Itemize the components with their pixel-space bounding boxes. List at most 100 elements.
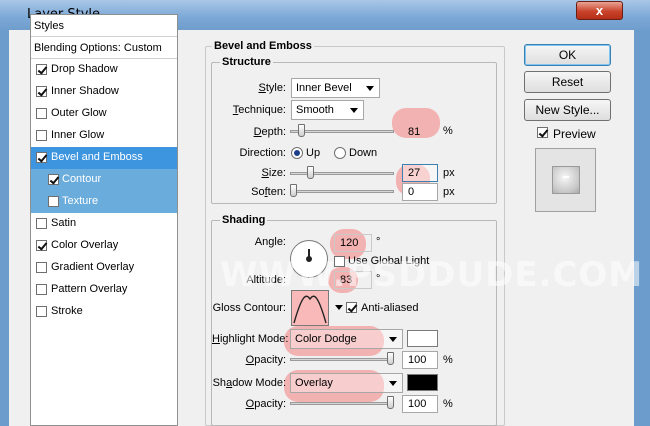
style-item-label: Texture — [62, 195, 99, 207]
style-item-label: Inner Glow — [51, 129, 105, 141]
style-item-checkbox[interactable] — [48, 196, 59, 207]
soften-unit: px — [443, 186, 455, 198]
style-item-checkbox[interactable] — [36, 284, 47, 295]
style-item-label: Outer Glow — [51, 107, 107, 119]
soften-label: Soften: — [251, 186, 286, 198]
style-item-outer-glow[interactable]: Outer Glow — [31, 103, 177, 125]
style-item-contour[interactable]: Contour — [31, 169, 177, 191]
preview-label[interactable]: Preview — [553, 127, 596, 141]
style-item-inner-shadow[interactable]: Inner Shadow — [31, 81, 177, 103]
chevron-down-icon — [389, 381, 397, 386]
angle-input[interactable]: 120 — [334, 234, 372, 252]
soften-input[interactable]: 0 — [402, 183, 438, 201]
shading-title: Shading — [220, 214, 268, 226]
style-item-inner-glow[interactable]: Inner Glow — [31, 125, 177, 147]
highlight-opacity-unit: % — [443, 354, 453, 366]
direction-down-label[interactable]: Down — [349, 147, 377, 159]
reset-button[interactable]: Reset — [524, 71, 611, 93]
style-item-drop-shadow[interactable]: Drop Shadow — [31, 59, 177, 81]
depth-input[interactable]: 81 — [402, 123, 438, 141]
styles-header[interactable]: Styles — [31, 15, 177, 37]
depth-slider-track[interactable] — [290, 130, 394, 133]
technique-select-value: Smooth — [296, 104, 334, 116]
style-item-checkbox[interactable] — [48, 174, 59, 185]
highlight-mode-label: Highlight Mode: — [212, 333, 289, 345]
chevron-down-icon — [366, 86, 374, 91]
style-item-pattern-overlay[interactable]: Pattern Overlay — [31, 279, 177, 301]
depth-unit: % — [443, 125, 453, 137]
style-item-checkbox[interactable] — [36, 108, 47, 119]
ok-button[interactable]: OK — [524, 44, 611, 66]
size-input[interactable]: 27 — [402, 164, 438, 182]
chevron-down-icon — [389, 337, 397, 342]
direction-up-radio[interactable] — [291, 147, 303, 159]
style-item-satin[interactable]: Satin — [31, 213, 177, 235]
style-item-gradient-overlay[interactable]: Gradient Overlay — [31, 257, 177, 279]
anti-aliased-checkbox[interactable] — [346, 302, 357, 313]
shadow-opacity-value: 100 — [408, 398, 427, 410]
new-style-button[interactable]: New Style... — [524, 99, 611, 121]
soften-slider-track[interactable] — [290, 190, 394, 193]
technique-select[interactable]: Smooth — [291, 100, 364, 120]
preview-checkbox[interactable] — [537, 127, 548, 138]
shadow-opacity-slider-thumb[interactable] — [387, 396, 394, 409]
style-select[interactable]: Inner Bevel — [291, 78, 380, 98]
angle-value: 120 — [340, 237, 359, 249]
gloss-contour-picker[interactable] — [291, 290, 329, 326]
highlight-opacity-slider-track[interactable] — [290, 358, 394, 361]
highlight-opacity-slider-thumb[interactable] — [387, 352, 394, 365]
shadow-opacity-input[interactable]: 100 — [402, 395, 438, 413]
style-item-checkbox[interactable] — [36, 64, 47, 75]
direction-up-label[interactable]: Up — [306, 147, 320, 159]
style-item-label: Pattern Overlay — [51, 283, 128, 295]
style-select-value: Inner Bevel — [296, 82, 352, 94]
structure-title: Structure — [220, 56, 273, 68]
highlight-opacity-value: 100 — [408, 354, 427, 366]
blending-options-item[interactable]: Blending Options: Custom — [31, 37, 177, 59]
style-item-bevel-and-emboss[interactable]: Bevel and Emboss — [31, 147, 177, 169]
style-item-checkbox[interactable] — [36, 240, 47, 251]
styles-list: Styles Blending Options: Custom Drop Sha… — [30, 14, 178, 426]
styles-items: Drop Shadow Inner Shadow Outer Glow Inner G… — [31, 59, 177, 323]
anti-aliased-label[interactable]: Anti-aliased — [361, 302, 418, 314]
direction-down-radio[interactable] — [334, 147, 346, 159]
contour-dropdown-icon[interactable] — [335, 305, 343, 310]
highlight-opacity-input[interactable]: 100 — [402, 351, 438, 369]
angle-unit: ° — [376, 236, 381, 248]
style-item-color-overlay[interactable]: Color Overlay — [31, 235, 177, 257]
size-value: 27 — [408, 167, 421, 179]
shadow-mode-label: Shadow Mode: — [212, 377, 286, 389]
style-item-checkbox[interactable] — [36, 306, 47, 317]
highlight-mode-select[interactable]: Color Dodge — [290, 329, 403, 349]
size-slider-thumb[interactable] — [307, 166, 314, 179]
style-item-checkbox[interactable] — [36, 262, 47, 273]
angle-label: Angle: — [254, 236, 286, 248]
soften-slider-thumb[interactable] — [290, 184, 297, 197]
contour-curve-icon — [292, 291, 328, 325]
style-preview — [535, 148, 596, 212]
shadow-opacity-label: Opacity: — [245, 398, 286, 410]
style-item-stroke[interactable]: Stroke — [31, 301, 177, 323]
size-slider-track[interactable] — [290, 172, 394, 175]
highlight-mode-value: Color Dodge — [295, 333, 357, 345]
style-item-checkbox[interactable] — [36, 86, 47, 97]
depth-slider-thumb[interactable] — [298, 124, 305, 137]
shadow-color-swatch[interactable] — [407, 374, 438, 391]
shadow-opacity-slider-track[interactable] — [290, 402, 394, 405]
technique-label: Technique: — [232, 104, 286, 116]
style-item-label: Gradient Overlay — [51, 261, 135, 273]
size-label: Size: — [261, 167, 286, 179]
highlight-opacity-label: Opacity: — [245, 354, 286, 366]
depth-label: Depth: — [253, 126, 286, 138]
style-item-label: Color Overlay — [51, 239, 119, 251]
close-button[interactable]: x — [576, 1, 623, 20]
soften-value: 0 — [408, 186, 415, 198]
shadow-mode-select[interactable]: Overlay — [290, 373, 403, 393]
style-label: Style: — [258, 82, 286, 94]
style-item-checkbox[interactable] — [36, 130, 47, 141]
highlight-color-swatch[interactable] — [407, 330, 438, 347]
style-item-checkbox[interactable] — [36, 218, 47, 229]
chevron-down-icon — [350, 108, 358, 113]
style-item-checkbox[interactable] — [36, 152, 47, 163]
style-item-texture[interactable]: Texture — [31, 191, 177, 213]
